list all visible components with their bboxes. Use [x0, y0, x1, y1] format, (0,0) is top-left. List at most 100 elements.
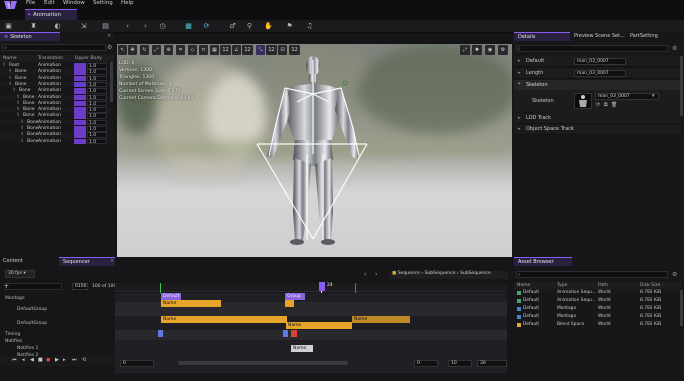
pin-icon[interactable]: ⚲ — [245, 22, 254, 31]
view-mode-icon[interactable]: ◉ — [485, 45, 495, 55]
skeleton-row[interactable]: ⌇ Bone Animation 1.0 — [0, 100, 110, 107]
upper-body-weight[interactable]: 1.0 — [87, 113, 107, 119]
translation-mode[interactable]: Animation — [38, 107, 61, 112]
viewport-settings-icon[interactable]: ⚙ — [498, 45, 508, 55]
clip-name-1[interactable]: Name — [161, 300, 221, 307]
world-icon[interactable]: ⊕ — [164, 45, 173, 55]
upper-body-weight-bar[interactable] — [74, 88, 86, 94]
breadcrumb-subsequence-1[interactable]: SubSequence — [425, 271, 456, 276]
expand-icon[interactable]: ▸ — [518, 58, 521, 64]
scale-snap-icon[interactable]: ⤡ — [256, 45, 265, 55]
forward-nav-icon[interactable]: › — [375, 271, 377, 278]
select-tool-icon[interactable]: ↖ — [118, 45, 127, 55]
upper-body-weight-bar[interactable] — [74, 107, 86, 113]
upper-body-weight[interactable]: 1.0 — [87, 63, 107, 69]
browse-icon[interactable]: ⟳ — [596, 102, 600, 108]
asset-row[interactable]: Default Montage World 8.782 KiB — [515, 306, 680, 314]
section-marker[interactable] — [283, 330, 288, 337]
track-notifies-1[interactable]: Notifies 1 — [12, 346, 124, 351]
frame-field[interactable]: 0100 — [72, 283, 88, 290]
view-start-field[interactable]: 0 — [120, 360, 154, 367]
breadcrumb-subsequence-2[interactable]: SubSequence — [460, 271, 491, 276]
section-object-space-track[interactable]: ▸ Object Space Track — [514, 124, 681, 135]
copy-icon[interactable]: ⧉ — [604, 102, 608, 108]
clip-name-3[interactable]: Name — [286, 322, 352, 329]
mesh-icon[interactable]: ◐ — [53, 22, 62, 31]
expand-icon[interactable]: ▸ — [518, 70, 521, 76]
upper-body-weight-bar[interactable] — [74, 81, 86, 88]
menu-setting[interactable]: Setting — [93, 0, 113, 6]
upper-body-weight-bar[interactable] — [74, 94, 86, 101]
clip-name-5[interactable]: Name — [291, 345, 313, 352]
add-track-icon[interactable]: + — [4, 283, 9, 290]
skeleton-icon[interactable]: ♜ — [29, 22, 38, 31]
scale-tool-icon[interactable]: ⤢ — [152, 45, 161, 55]
camera-icon[interactable]: ⊡ — [278, 45, 287, 55]
skeleton-row[interactable]: ⌇ Bone Animation 1.0 — [0, 81, 110, 88]
clip-default[interactable]: Default — [161, 293, 181, 300]
clip-name-4[interactable]: Name — [352, 316, 410, 323]
skeleton-panel-tab[interactable]: ⚙ Skeleton — [0, 32, 60, 41]
menu-edit[interactable]: Edit — [44, 0, 55, 6]
next-frame-icon[interactable]: ▸ — [63, 357, 66, 363]
expand-icon[interactable]: ▸ — [518, 115, 521, 121]
translation-mode[interactable]: Animation — [38, 132, 61, 137]
details-settings-icon[interactable]: ⚙ — [672, 45, 677, 52]
upper-body-weight[interactable]: 1.0 — [87, 81, 107, 88]
section-lod-track[interactable]: ▸ LOD Track — [514, 113, 681, 124]
loop-icon[interactable]: ⟲ — [82, 357, 86, 363]
grid-icon[interactable]: ▦ — [210, 45, 219, 55]
section-marker-red[interactable] — [291, 330, 297, 337]
clip-small[interactable] — [285, 300, 294, 307]
tab-details[interactable]: Details — [514, 32, 570, 41]
upper-body-weight[interactable]: 1.0 — [87, 138, 107, 145]
track-timing[interactable]: Timing — [0, 332, 112, 337]
translation-mode[interactable]: Animation — [38, 76, 61, 81]
track-default-group-1[interactable]: DefaultGroup — [12, 307, 124, 312]
surface-icon[interactable]: ◇ — [188, 45, 197, 55]
skeleton-row[interactable]: ⌇ Bone Animation 1.0 — [0, 88, 110, 94]
skeleton-row[interactable]: ⌇ Bone Animation 1.0 — [0, 107, 110, 113]
upper-body-weight-bar[interactable] — [74, 119, 86, 126]
fullscreen-icon[interactable]: ⤢ — [460, 45, 470, 55]
tab-preview-scene[interactable]: Preview Scene Set... — [574, 33, 625, 39]
clip-group[interactable]: Group — [285, 293, 305, 300]
timeline-scrollbar[interactable] — [178, 361, 348, 365]
history-icon[interactable]: ◷ — [158, 22, 167, 31]
upper-body-weight[interactable]: 1.0 — [87, 88, 107, 94]
skeleton-row[interactable]: ⌇ Root Animation 1.0 — [0, 63, 110, 69]
asset-row[interactable]: Default Montage World 8.782 KiB — [515, 314, 680, 322]
close-icon[interactable]: × — [110, 258, 114, 264]
skeleton-row[interactable]: ⌇ Bone Animation 1.0 — [0, 69, 110, 75]
track-notifies[interactable]: Notifies — [0, 339, 112, 344]
length-field[interactable]: man_03_0007 — [574, 70, 626, 77]
collapse-icon[interactable]: ▾ — [518, 81, 521, 87]
asset-row[interactable]: Default Animation Sequ... World 8.782 KiB — [515, 298, 680, 306]
angle-icon[interactable]: ∠ — [232, 45, 241, 55]
translation-mode[interactable]: Animation — [38, 82, 61, 87]
section-skeleton[interactable]: ▾ Skeleton — [514, 80, 681, 90]
skeleton-row[interactable]: ⌇ Bone Animation 1.0 — [0, 132, 110, 138]
close-icon[interactable]: × — [107, 33, 111, 39]
grid-size-value[interactable]: 12 — [220, 45, 231, 55]
translation-mode[interactable]: Animation — [38, 69, 61, 74]
tab-sequencer[interactable]: Sequencer — [59, 257, 115, 266]
magnet-icon[interactable]: ⊓ — [199, 45, 208, 55]
section-marker[interactable] — [158, 330, 163, 337]
clip-name-2[interactable]: Name — [161, 316, 287, 323]
skeleton-row[interactable]: ⌇ Bone Animation 1.0 — [0, 75, 110, 82]
scale-value[interactable]: 12 — [266, 45, 277, 55]
lighting-icon[interactable]: ✹ — [472, 45, 482, 55]
import-icon[interactable]: ⇲ — [79, 22, 88, 31]
angle-value[interactable]: 12 — [242, 45, 253, 55]
play-icon[interactable]: ▶ — [55, 357, 59, 363]
tab-part-setting[interactable]: PartSetting — [630, 33, 658, 39]
back-icon[interactable]: ‹ — [123, 22, 132, 31]
refresh-icon[interactable]: ⟳ — [202, 22, 211, 31]
forward-icon[interactable]: › — [141, 22, 150, 31]
delete-icon[interactable]: 🗑 — [611, 102, 617, 108]
settings-gear-icon[interactable]: ⚙ — [107, 44, 112, 51]
track-search-input[interactable] — [5, 283, 62, 290]
upper-body-weight-bar[interactable] — [74, 113, 86, 119]
asset-row[interactable]: Default Blend Space World 8.782 KiB — [515, 322, 680, 330]
